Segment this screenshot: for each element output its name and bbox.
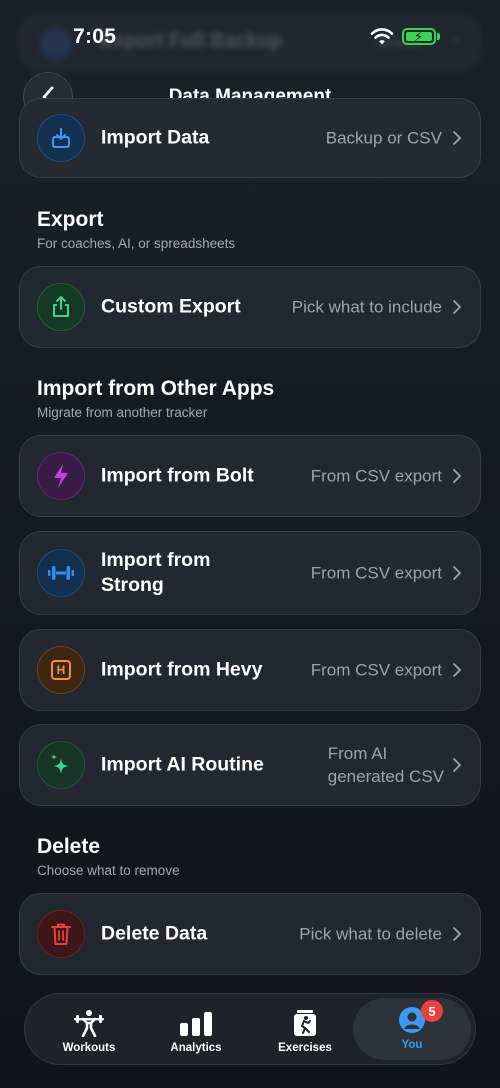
notification-badge: 5 [421,1000,443,1022]
import-data-row[interactable]: Import Data Backup or CSV [19,98,481,178]
import-data-detail: Backup or CSV [325,128,442,148]
import-ai-routine-detail-line2: generated CSV [327,767,444,786]
tab-exercises-label: Exercises [278,1042,332,1054]
battery-cap [437,33,440,40]
custom-export-row[interactable]: Custom Export Pick what to include [19,266,481,348]
delete-data-label: Delete Data [101,922,208,945]
tab-you[interactable]: You 5 [353,998,471,1060]
import-ai-routine-detail: From AI generated CSV [328,742,444,788]
import-strong-detail: From CSV export [310,563,442,583]
import-strong-label-line1: Import from [101,549,211,571]
tab-workouts-label: Workouts [62,1042,116,1054]
delete-data-detail: Pick what to delete [299,924,442,944]
import-strong-label: Import from Strong [101,548,210,598]
tab-bar: Workouts Analytics Exercises You 5 [24,993,476,1065]
export-section-subtitle: For coaches, AI, or spreadsheets [37,236,236,251]
import-ai-routine-label: Import AI Routine [101,753,264,776]
wifi-icon [370,28,394,45]
tab-analytics-label: Analytics [170,1042,222,1054]
chevron-right-icon [453,469,462,483]
delete-data-row[interactable]: Delete Data Pick what to delete [19,893,481,975]
import-apps-section-title: Import from Other Apps [37,377,275,400]
import-hevy-label: Import from Hevy [101,658,263,681]
trash-icon [37,910,85,958]
import-strong-label-line2: Strong [101,574,164,596]
import-apps-section-subtitle: Migrate from another tracker [37,405,208,420]
delete-section-subtitle: Choose what to remove [37,863,180,878]
h-letter-icon: H [37,646,85,694]
weightlifter-icon [74,1010,104,1037]
custom-export-label: Custom Export [101,295,241,318]
sparkles-icon [37,741,85,789]
chevron-right-icon [453,663,462,677]
import-bolt-label: Import from Bolt [101,464,254,487]
chevron-right-icon [453,927,462,941]
battery-icon: ⚡ [402,28,436,45]
status-time: 7:05 [73,25,117,48]
import-hevy-row[interactable]: H Import from Hevy From CSV export [19,629,481,711]
runner-card-icon [294,1010,316,1036]
import-ai-routine-row[interactable]: Import AI Routine From AI generated CSV [19,724,481,806]
chevron-right-icon [453,758,462,772]
export-section-title: Export [37,208,104,231]
chevron-right-icon [453,300,462,314]
tab-analytics[interactable]: Analytics [146,994,246,1066]
tab-workouts[interactable]: Workouts [39,994,139,1066]
import-data-label: Import Data [101,126,210,149]
dumbbell-icon [37,549,85,597]
import-strong-row[interactable]: Import from Strong From CSV export [19,531,481,615]
import-ai-routine-detail-line1: From AI [327,744,388,763]
tab-you-label: You [401,1039,423,1051]
import-bolt-row[interactable]: Import from Bolt From CSV export [19,435,481,517]
bar-chart-icon [180,1012,212,1036]
import-bolt-detail: From CSV export [310,466,442,486]
share-export-icon [37,283,85,331]
status-bar: 7:05 ⚡ [0,0,500,72]
lightning-bolt-icon [37,452,85,500]
import-tray-icon [37,114,85,162]
chevron-right-icon [453,566,462,580]
import-hevy-detail: From CSV export [310,660,442,680]
chevron-right-icon [453,131,462,145]
custom-export-detail: Pick what to include [291,297,442,317]
tab-exercises[interactable]: Exercises [255,994,355,1066]
delete-section-title: Delete [37,835,101,858]
